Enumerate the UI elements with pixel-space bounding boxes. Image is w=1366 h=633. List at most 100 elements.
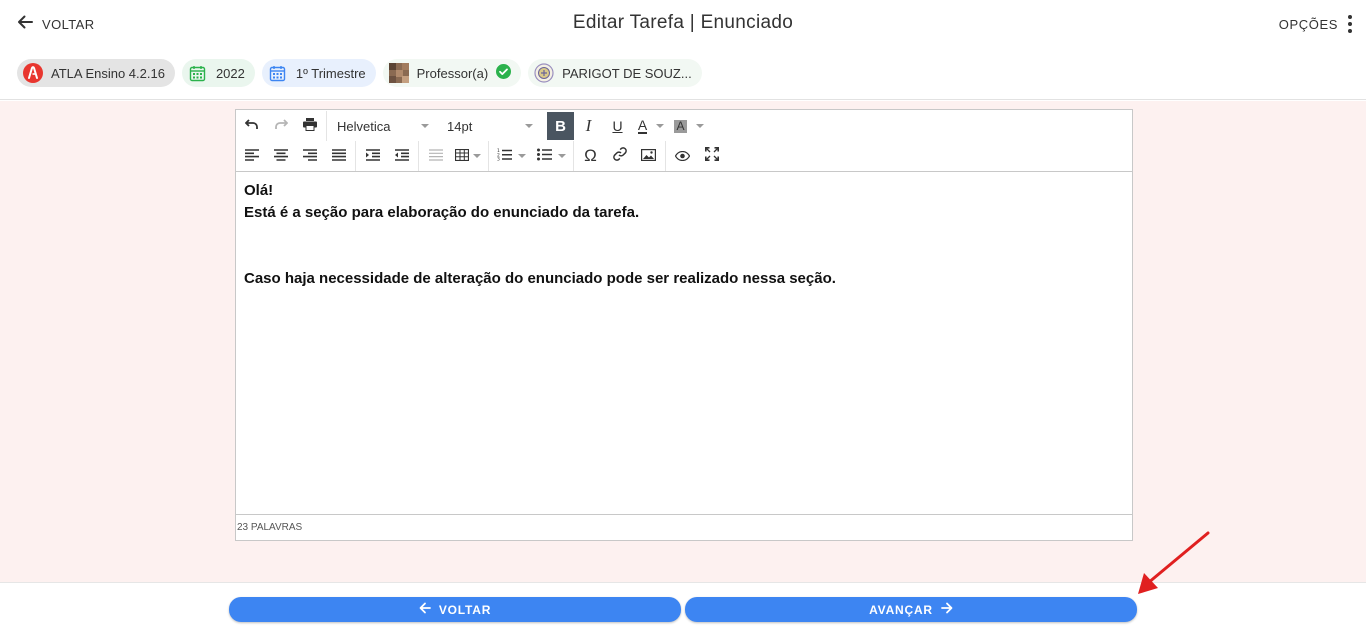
page-title: Editar Tarefa | Enunciado	[572, 12, 794, 33]
context-chips: ATLA Ensino 4.2.16 2022 1º Trimestre Pro…	[17, 59, 702, 87]
chip-year[interactable]: 2022	[181, 59, 255, 87]
italic-button[interactable]: I	[574, 112, 603, 140]
omega-icon: Ω	[584, 146, 597, 165]
italic-icon: I	[585, 116, 592, 135]
numbered-list-button[interactable]: 123	[491, 142, 531, 170]
bold-button[interactable]: B	[547, 112, 574, 140]
bold-icon: B	[555, 117, 566, 135]
content-paragraph: Está é a seção para elaboração do enunci…	[244, 204, 640, 221]
chip-label: 2022	[215, 65, 245, 81]
align-right-button[interactable]	[295, 142, 324, 170]
chevron-down-icon	[473, 154, 481, 158]
image-icon	[641, 148, 657, 165]
undo-icon	[244, 117, 259, 135]
align-center-icon	[273, 148, 288, 165]
content-paragraph: Caso haja necessidade de alteração do en…	[244, 270, 836, 287]
underline-icon: U	[612, 118, 623, 134]
font-size-value: 14pt	[447, 118, 473, 134]
options-label: OPÇÕES	[1278, 16, 1338, 32]
content-paragraph	[244, 246, 1124, 268]
font-family-value: Helvetica	[337, 118, 391, 134]
align-justify-button[interactable]	[324, 142, 353, 170]
rich-text-editor: Helvetica 14pt B I U A A 1 2 3 Ω Olá! Es…	[235, 109, 1133, 541]
chip-period[interactable]: 1º Trimestre	[261, 59, 376, 87]
chevron-down-icon	[557, 154, 566, 158]
align-justify-icon	[331, 148, 346, 165]
table-button[interactable]	[450, 142, 486, 170]
horizontal-rule-button[interactable]	[421, 142, 450, 170]
chip-label: PARIGOT DE SOUZ...	[562, 65, 692, 81]
text-color-button[interactable]: A	[632, 112, 670, 140]
word-count: 23 PALAVRAS	[237, 522, 303, 533]
options-menu-button[interactable]: OPÇÕES	[1279, 14, 1352, 34]
numbered-list-icon: 123	[497, 148, 512, 165]
next-button-label: AVANÇAR	[869, 602, 933, 617]
indent-icon	[365, 148, 380, 165]
bullet-list-button[interactable]	[531, 142, 571, 170]
font-size-select[interactable]: 14pt	[439, 112, 541, 140]
avatar	[388, 63, 409, 83]
chevron-down-icon	[656, 124, 665, 128]
text-color-icon: A	[637, 116, 648, 134]
chevron-down-icon	[517, 154, 526, 158]
top-app-bar: VOLTAR Editar Tarefa | Enunciado OPÇÕES …	[0, 0, 1366, 100]
bullet-list-icon	[536, 148, 552, 165]
toolbar-row-1: Helvetica 14pt B I U A A	[236, 111, 1132, 141]
align-left-icon	[244, 148, 259, 165]
font-family-select[interactable]: Helvetica	[329, 112, 437, 140]
chevron-down-icon	[421, 124, 429, 128]
fullscreen-button[interactable]	[697, 142, 726, 170]
editor-toolbar: Helvetica 14pt B I U A A 1 2 3 Ω	[236, 110, 1132, 172]
editor-area: Helvetica 14pt B I U A A 1 2 3 Ω Olá! Es…	[0, 101, 1366, 582]
content-paragraph	[244, 224, 1124, 246]
toolbar-row-2: 123 Ω	[236, 141, 1132, 171]
atla-logo-icon	[23, 63, 43, 83]
undo-button[interactable]	[237, 112, 266, 140]
underline-button[interactable]: U	[603, 112, 632, 140]
background-color-button[interactable]: A	[670, 112, 708, 140]
preview-button[interactable]	[668, 142, 697, 170]
align-center-button[interactable]	[266, 142, 295, 170]
insert-link-button[interactable]	[605, 142, 634, 170]
table-icon	[454, 148, 470, 165]
insert-image-button[interactable]	[634, 142, 663, 170]
toolbar-separator	[665, 141, 666, 171]
chip-school[interactable]: PARIGOT DE SOUZ...	[528, 59, 702, 87]
special-character-button[interactable]: Ω	[576, 142, 605, 170]
chip-system-version[interactable]: ATLA Ensino 4.2.16	[17, 59, 175, 87]
align-left-button[interactable]	[237, 142, 266, 170]
chevron-down-icon	[695, 124, 704, 128]
link-icon	[612, 147, 627, 165]
eye-icon	[674, 148, 691, 165]
school-emblem-icon	[534, 63, 554, 83]
back-button-label: VOLTAR	[438, 602, 492, 617]
toolbar-separator	[488, 141, 489, 171]
next-button[interactable]: AVANÇAR	[685, 597, 1137, 622]
horizontal-rule-icon	[428, 148, 443, 165]
chip-label: Professor(a)	[416, 65, 489, 81]
fullscreen-icon	[704, 147, 719, 165]
arrow-left-icon	[419, 602, 431, 617]
back-button[interactable]: VOLTAR	[229, 597, 681, 622]
content-paragraph: Olá!	[244, 182, 274, 199]
toolbar-separator	[355, 141, 356, 171]
indent-button[interactable]	[358, 142, 387, 170]
highlight-color-icon: A	[674, 118, 687, 133]
toolbar-separator	[326, 111, 327, 141]
chip-label: 1º Trimestre	[295, 65, 366, 81]
chip-user-role[interactable]: Professor(a)	[382, 59, 522, 87]
print-button[interactable]	[295, 112, 324, 140]
toolbar-separator	[418, 141, 419, 171]
arrow-right-icon	[941, 602, 953, 617]
kebab-menu-icon	[1348, 15, 1352, 33]
chevron-down-icon	[525, 124, 533, 128]
print-icon	[302, 117, 317, 135]
editor-status-bar: 23 PALAVRAS	[236, 514, 1132, 540]
redo-icon	[274, 117, 288, 135]
chip-label: ATLA Ensino 4.2.16	[51, 65, 165, 81]
verified-check-icon	[496, 64, 512, 82]
outdent-button[interactable]	[387, 142, 416, 170]
toolbar-separator	[573, 141, 574, 171]
editor-content[interactable]: Olá! Está é a seção para elaboração do e…	[236, 172, 1132, 515]
redo-button[interactable]	[266, 112, 295, 140]
